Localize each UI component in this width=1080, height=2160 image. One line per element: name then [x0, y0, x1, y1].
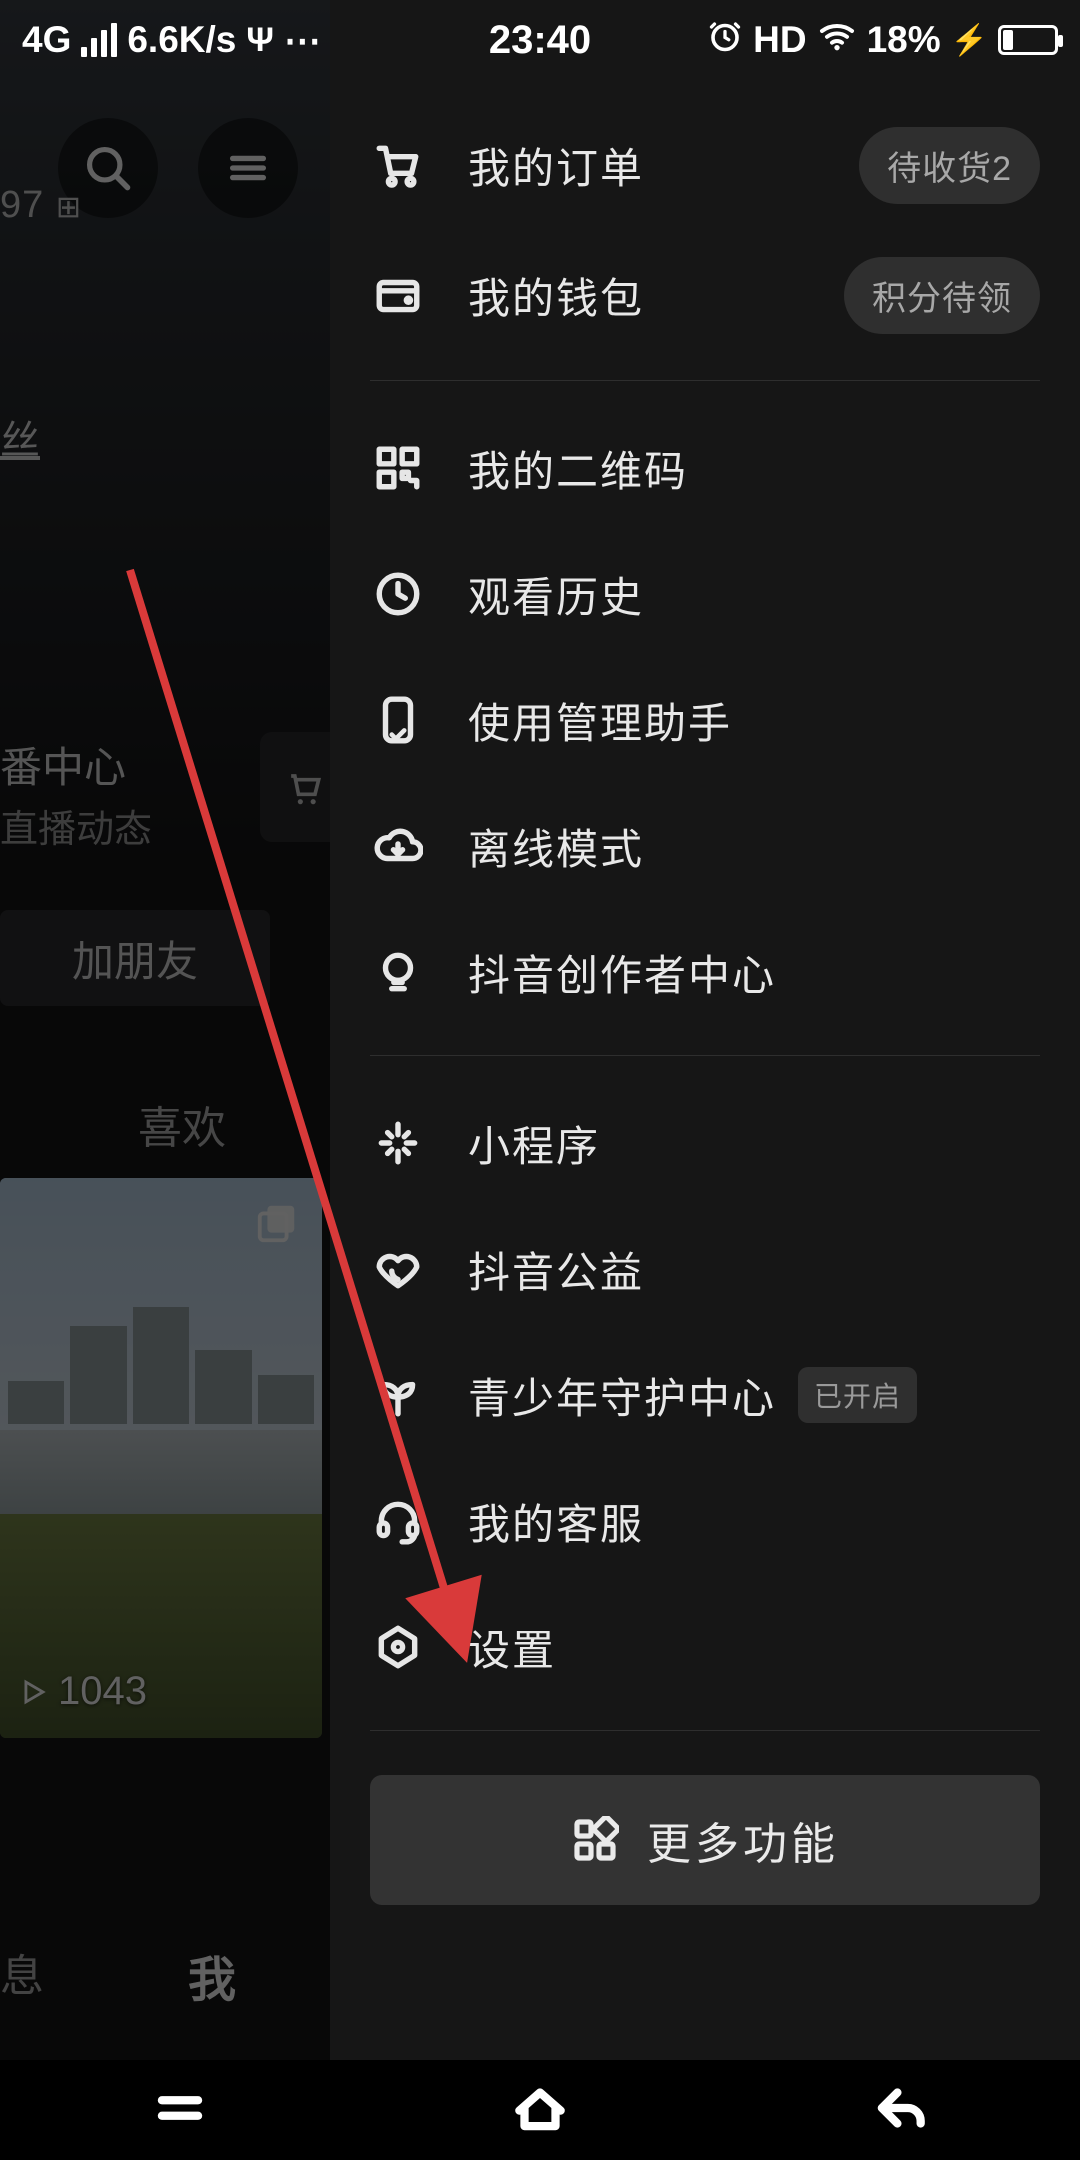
menu-divider — [370, 1055, 1040, 1056]
menu-label: 我的钱包 — [468, 265, 644, 326]
grid-plus-icon — [571, 1816, 619, 1864]
more-features-button[interactable]: 更多功能 — [370, 1775, 1040, 1905]
menu-item-offline[interactable]: 离线模式 — [330, 783, 1080, 909]
system-nav-bar — [0, 2060, 1080, 2160]
data-rate: 6.6K/s — [127, 19, 236, 61]
charging-icon: ⚡ — [951, 23, 988, 58]
more-status-icon: ⋯ — [284, 19, 323, 62]
spark-icon — [370, 1115, 426, 1171]
menu-item-miniapp[interactable]: 小程序 — [330, 1080, 1080, 1206]
wallet-icon — [370, 267, 426, 323]
clock: 23:40 — [489, 18, 591, 63]
menu-label: 抖音公益 — [468, 1239, 644, 1300]
system-home-button[interactable] — [509, 2077, 571, 2144]
battery-percent: 18% — [867, 19, 941, 61]
menu-label: 设置 — [468, 1617, 556, 1678]
menu-item-history[interactable]: 观看历史 — [330, 531, 1080, 657]
more-features-label: 更多功能 — [647, 1808, 839, 1872]
alarm-icon — [707, 18, 743, 63]
menu-divider — [370, 1730, 1040, 1731]
battery-icon — [998, 25, 1058, 55]
menu-label: 我的二维码 — [468, 438, 688, 499]
menu-divider — [370, 380, 1040, 381]
network-type: 4G — [22, 19, 71, 61]
menu-item-settings[interactable]: 设置 — [330, 1584, 1080, 1710]
status-bar: 4G 6.6K/s Ψ ⋯ 23:40 HD 18% ⚡ — [0, 0, 1080, 80]
menu-item-charity[interactable]: 抖音公益 — [330, 1206, 1080, 1332]
cloud-download-icon — [370, 818, 426, 874]
wallet-badge: 积分待领 — [844, 257, 1040, 334]
menu-label: 抖音创作者中心 — [468, 942, 776, 1003]
menu-label: 观看历史 — [468, 564, 644, 625]
menu-item-orders[interactable]: 我的订单 待收货2 — [330, 100, 1080, 230]
youth-enabled-tag: 已开启 — [798, 1367, 917, 1423]
phone-check-icon — [370, 692, 426, 748]
bulb-icon — [370, 944, 426, 1000]
cart-icon — [370, 137, 426, 193]
hd-indicator: HD — [753, 19, 806, 61]
menu-label: 我的客服 — [468, 1491, 644, 1552]
headset-icon — [370, 1493, 426, 1549]
orders-badge: 待收货2 — [859, 127, 1040, 204]
menu-item-creator-center[interactable]: 抖音创作者中心 — [330, 909, 1080, 1035]
menu-item-support[interactable]: 我的客服 — [330, 1458, 1080, 1584]
menu-label: 我的订单 — [468, 135, 644, 196]
menu-item-assistant[interactable]: 使用管理助手 — [330, 657, 1080, 783]
clock-icon — [370, 566, 426, 622]
heart-icon — [370, 1241, 426, 1297]
system-recent-button[interactable] — [149, 2077, 211, 2144]
system-back-button[interactable] — [869, 2077, 931, 2144]
sprout-icon — [370, 1367, 426, 1423]
menu-item-youth-protection[interactable]: 青少年守护中心 已开启 — [330, 1332, 1080, 1458]
side-drawer: 我的订单 待收货2 我的钱包 积分待领 我的二维码 观看历史 使用管理助手 离线… — [330, 0, 1080, 2060]
menu-label: 青少年守护中心 — [468, 1365, 776, 1426]
qrcode-icon — [370, 440, 426, 496]
signal-icon — [81, 23, 117, 57]
wifi-icon — [817, 16, 857, 65]
settings-icon — [370, 1619, 426, 1675]
usb-icon: Ψ — [246, 21, 274, 60]
menu-item-wallet[interactable]: 我的钱包 积分待领 — [330, 230, 1080, 360]
menu-label: 离线模式 — [468, 816, 644, 877]
menu-item-qrcode[interactable]: 我的二维码 — [330, 405, 1080, 531]
menu-label: 使用管理助手 — [468, 690, 732, 751]
menu-label: 小程序 — [468, 1113, 600, 1174]
